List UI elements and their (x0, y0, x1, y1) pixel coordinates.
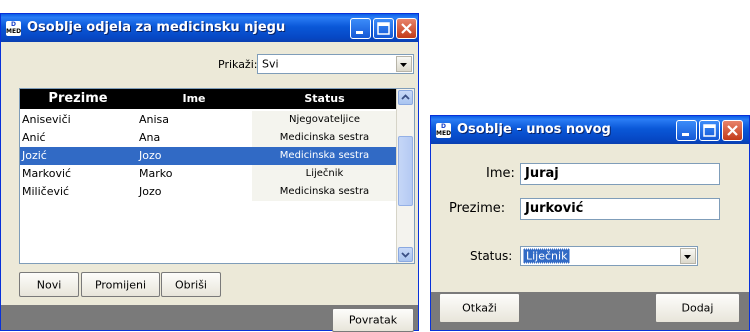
new-button[interactable]: Novi (19, 272, 79, 297)
dropdown-button[interactable] (396, 56, 412, 72)
chevron-up-icon (401, 94, 410, 100)
dropdown-button[interactable] (680, 248, 696, 264)
scroll-thumb[interactable] (398, 136, 413, 206)
app-icon: D MED (436, 123, 452, 138)
maximize-icon (377, 22, 390, 35)
table-cell-prezime: Aniseviči (20, 111, 136, 129)
title-bar[interactable]: D MED Osoblje - unos novog (431, 116, 749, 144)
close-button[interactable] (722, 120, 743, 141)
maximize-button[interactable] (699, 120, 720, 141)
table-header: Prezime Ime Status (20, 89, 397, 109)
title-bar[interactable]: D MED Osoblje odjela za medicinsku njegu (1, 14, 418, 42)
app-icon: D MED (6, 21, 22, 36)
table-cell-prezime: Jozić (20, 147, 136, 165)
table-row[interactable]: Anić Ana Medicinska sestra (20, 129, 397, 147)
column-header-prezime[interactable]: Prezime (20, 89, 136, 109)
filter-label: Prikaži: (218, 58, 258, 71)
table-cell-ime: Marko (136, 165, 252, 183)
last-name-label: Prezime: (449, 201, 506, 216)
table-cell-status: Medicinska sestra (252, 183, 397, 201)
table-row[interactable]: Jozić Jozo Medicinska sestra (20, 147, 397, 165)
table-cell-status: Njegovateljice (252, 111, 397, 129)
staff-table: Prezime Ime Status Aniseviči Anisa Njegova… (19, 88, 415, 264)
close-icon (727, 125, 738, 136)
cancel-button[interactable]: Otkaži (439, 293, 520, 323)
edit-button[interactable]: Promijeni (81, 272, 160, 297)
scroll-down-button[interactable] (398, 247, 413, 262)
first-name-label: Ime: (486, 166, 515, 181)
scroll-up-button[interactable] (398, 90, 413, 105)
status-select-value: Liječnik (523, 248, 571, 264)
table-row[interactable]: Miličević Jozo Medicinska sestra (20, 183, 397, 201)
column-header-status[interactable]: Status (252, 89, 397, 109)
table-cell-ime: Anisa (136, 111, 252, 129)
add-button[interactable]: Dodaj (655, 293, 740, 323)
close-button[interactable] (396, 18, 417, 39)
minimize-button[interactable] (350, 18, 371, 39)
minimize-icon (356, 31, 363, 34)
table-cell-prezime: Marković (20, 165, 136, 183)
table-cell-prezime: Anić (20, 129, 136, 147)
table-cell-ime: Ana (136, 129, 252, 147)
close-icon (401, 23, 412, 34)
minimize-icon (682, 133, 689, 136)
window-title: Osoblje - unos novog (457, 122, 611, 137)
chevron-down-icon (684, 255, 691, 259)
status-select[interactable]: Liječnik (520, 246, 698, 266)
table-row[interactable]: Marković Marko Liječnik (20, 165, 397, 183)
maximize-icon (703, 124, 716, 137)
delete-button[interactable]: Obriši (161, 272, 221, 297)
table-cell-ime: Jozo (136, 183, 252, 201)
table-cell-prezime: Miličević (20, 183, 136, 201)
new-staff-window: D MED Osoblje - unos novog Ime: Juraj Pre… (430, 115, 750, 331)
back-button[interactable]: Povratak (332, 308, 414, 332)
window-title: Osoblje odjela za medicinsku njegu (27, 20, 286, 35)
filter-select-value: Svi (262, 57, 279, 71)
status-label: Status: (470, 249, 513, 263)
vertical-scrollbar[interactable] (396, 89, 414, 263)
table-row[interactable]: Aniseviči Anisa Njegovateljice (20, 111, 397, 129)
filter-select[interactable]: Svi (257, 54, 414, 74)
first-name-field[interactable]: Juraj (520, 163, 720, 185)
table-cell-status: Medicinska sestra (252, 129, 397, 147)
last-name-field[interactable]: Jurković (520, 198, 720, 220)
maximize-button[interactable] (373, 18, 394, 39)
chevron-down-icon (400, 63, 407, 67)
table-cell-ime: Jozo (136, 147, 252, 165)
column-header-ime[interactable]: Ime (136, 89, 252, 109)
table-cell-status: Liječnik (252, 165, 397, 183)
minimize-button[interactable] (676, 120, 697, 141)
chevron-down-icon (401, 252, 410, 258)
table-cell-status: Medicinska sestra (252, 147, 397, 165)
staff-list-window: D MED Osoblje odjela za medicinsku njegu … (0, 13, 419, 332)
